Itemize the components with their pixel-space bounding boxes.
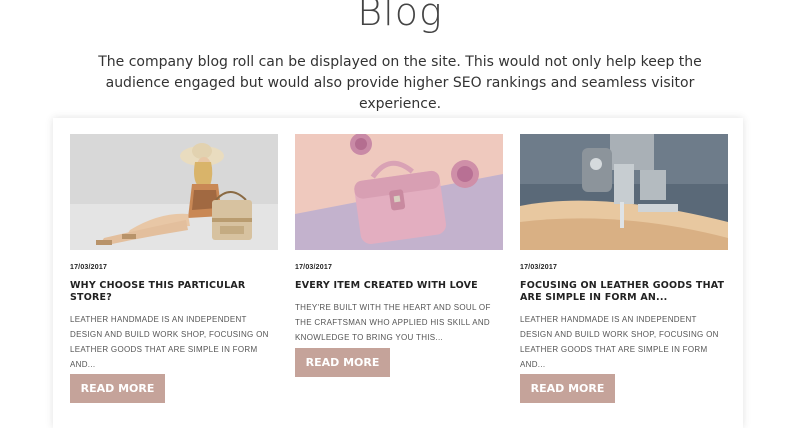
post-title[interactable]: Focusing on leather goods that are simpl… [520,280,728,304]
read-more-button[interactable]: Read more [520,374,615,403]
post-excerpt: They're built with the heart and soul of… [295,303,491,342]
post-excerpt: Leather handmade is an independent desig… [520,315,719,369]
post-title[interactable]: Every item created with love [295,280,503,292]
post-title[interactable]: Why choose this particular store? [70,280,278,304]
read-more-button[interactable]: Read more [70,374,165,403]
blog-post-card: 17/03/2017 Every item created with love … [295,134,503,345]
woman-with-bag-photo[interactable] [70,134,278,250]
pink-handbag-photo[interactable] [295,134,503,250]
read-more-button[interactable]: Read more [295,348,390,377]
sewing-machine-photo[interactable] [520,134,728,250]
post-date: 17/03/2017 [520,264,558,271]
blog-intro-text: The company blog roll can be displayed o… [98,54,702,112]
blog-post-card: 17/03/2017 Why choose this particular st… [70,134,278,372]
post-excerpt: Leather handmade is an independent desig… [70,315,269,369]
blog-posts-panel: 17/03/2017 Why choose this particular st… [53,118,743,428]
post-date: 17/03/2017 [70,264,108,271]
blog-post-card: 17/03/2017 Focusing on leather goods tha… [520,134,728,372]
post-date: 17/03/2017 [295,264,333,271]
page-title: Blog [357,0,443,34]
